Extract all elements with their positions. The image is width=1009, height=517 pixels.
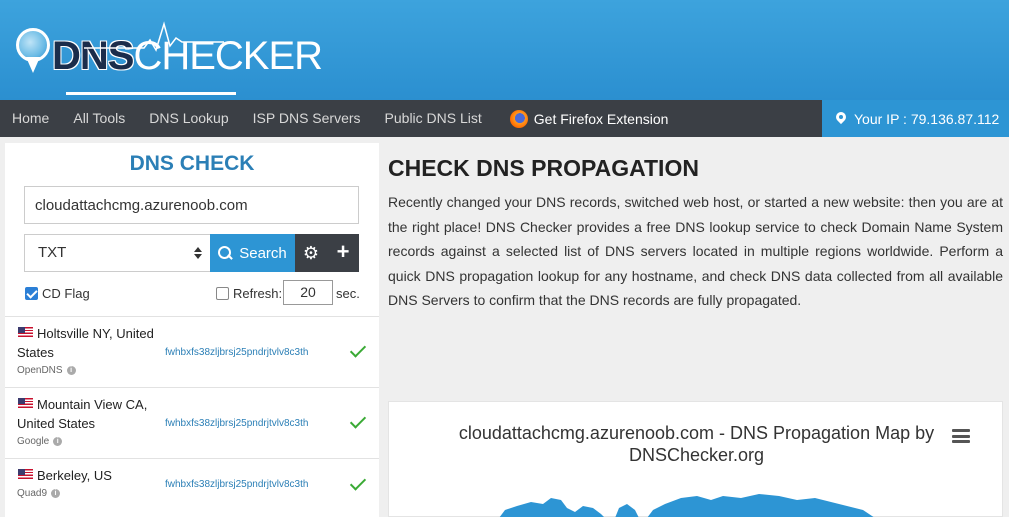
- domain-input[interactable]: [24, 186, 359, 224]
- search-button[interactable]: Search: [210, 234, 295, 272]
- globe-pin-icon: [16, 28, 50, 78]
- result-value: fwhbxfs38zljbrsj25pndrjtvlv8c3th: [165, 347, 309, 358]
- result-value: fwhbxfs38zljbrsj25pndrjtvlv8c3th: [165, 418, 309, 429]
- plus-icon: +: [336, 239, 350, 264]
- firefox-extension-label: Get Firefox Extension: [533, 110, 669, 127]
- result-row: Berkeley, US Quad9 i fwhbxfs38zljbrsj25p…: [5, 458, 379, 517]
- check-icon: [350, 344, 366, 360]
- logo-underline: [66, 92, 236, 95]
- check-icon: [350, 415, 366, 431]
- dns-check-panel: DNS CHECK TXT Search ⚙ + CD Flag Refresh…: [5, 143, 379, 517]
- refresh-label: Refresh:: [233, 286, 283, 301]
- add-button[interactable]: +: [327, 234, 359, 272]
- cd-flag-toggle[interactable]: CD Flag: [25, 286, 90, 301]
- refresh-checkbox[interactable]: [216, 287, 229, 300]
- world-map[interactable]: [497, 488, 877, 517]
- result-location: Mountain View CA, United States: [17, 397, 148, 431]
- result-location: Berkeley, US: [37, 468, 112, 483]
- your-ip-label: Your IP : 79.136.87.112: [854, 110, 1000, 127]
- result-provider: Quad9 i: [17, 488, 61, 499]
- refresh-seconds-input[interactable]: 20: [283, 280, 333, 305]
- record-type-value: TXT: [38, 244, 67, 261]
- info-icon[interactable]: i: [53, 437, 63, 446]
- select-arrows-icon: [194, 247, 202, 259]
- info-icon[interactable]: i: [51, 489, 61, 498]
- nav-isp-dns-servers[interactable]: ISP DNS Servers: [241, 100, 373, 137]
- cd-flag-checkbox[interactable]: [25, 287, 38, 300]
- main-nav: Home All Tools DNS Lookup ISP DNS Server…: [0, 100, 1009, 137]
- nav-dns-lookup[interactable]: DNS Lookup: [137, 100, 240, 137]
- info-icon[interactable]: i: [66, 366, 76, 375]
- nav-public-dns-list[interactable]: Public DNS List: [373, 100, 494, 137]
- dnschecker-logo[interactable]: DNS CHECKER: [16, 21, 323, 95]
- result-row: Holtsville NY, United States OpenDNS i f…: [5, 316, 379, 387]
- intro-paragraph: Recently changed your DNS records, switc…: [388, 194, 1003, 309]
- nav-firefox-extension[interactable]: Get Firefox Extension: [494, 100, 669, 137]
- search-button-label: Search: [239, 244, 287, 262]
- nav-home[interactable]: Home: [0, 100, 61, 137]
- nav-all-tools[interactable]: All Tools: [61, 100, 137, 137]
- propagation-map-card: cloudattachcmg.azurenoob.com - DNS Propa…: [388, 401, 1003, 517]
- seconds-label: sec.: [336, 286, 360, 301]
- provider-name: OpenDNS: [17, 365, 63, 376]
- results-list: Holtsville NY, United States OpenDNS i f…: [5, 316, 379, 517]
- page-title: CHECK DNS PROPAGATION: [388, 155, 699, 181]
- result-row: Mountain View CA, United States Google i…: [5, 387, 379, 458]
- pulse-wave-icon: [84, 21, 224, 52]
- gear-icon: ⚙: [302, 243, 320, 263]
- result-location: Holtsville NY, United States: [17, 326, 154, 360]
- check-icon: [350, 477, 366, 493]
- settings-button[interactable]: ⚙: [295, 234, 327, 272]
- site-header: DNS CHECKER: [0, 0, 1009, 100]
- refresh-toggle[interactable]: Refresh:: [216, 286, 282, 301]
- location-pin-icon: [836, 112, 846, 126]
- provider-name: Quad9: [17, 488, 48, 499]
- record-type-select[interactable]: TXT: [24, 234, 211, 272]
- dns-check-title: DNS CHECK: [129, 152, 255, 175]
- search-icon: [218, 246, 232, 260]
- map-title: cloudattachcmg.azurenoob.com - DNS Propa…: [458, 423, 935, 465]
- result-value: fwhbxfs38zljbrsj25pndrjtvlv8c3th: [165, 479, 309, 490]
- hamburger-menu-icon[interactable]: [952, 429, 970, 443]
- firefox-icon: [509, 109, 528, 128]
- cd-flag-label: CD Flag: [42, 286, 90, 301]
- your-ip-badge: Your IP : 79.136.87.112: [822, 100, 1009, 137]
- provider-name: Google: [17, 436, 50, 447]
- result-provider: OpenDNS i: [17, 365, 76, 376]
- result-provider: Google i: [17, 436, 63, 447]
